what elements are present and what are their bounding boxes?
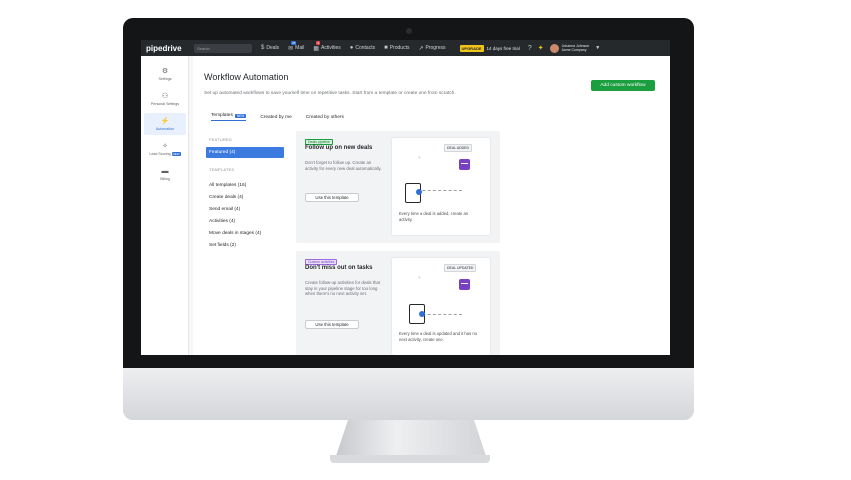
activities-badge: 3 [316, 40, 321, 45]
gear-icon: ⚙ [161, 68, 169, 75]
use-template-button[interactable]: Use this template [305, 193, 359, 202]
add-custom-workflow-button[interactable]: Add custom workflow [591, 80, 655, 91]
calendar-icon [459, 159, 470, 170]
category-all-templates[interactable]: All templates (16) [206, 180, 284, 191]
deal-dot-icon [416, 189, 422, 195]
nav-progress[interactable]: ↗ Progress [418, 45, 445, 52]
sparkle-icon: ✧ [162, 143, 168, 150]
products-icon: ■ [384, 45, 388, 51]
featured-header: FEATURED [209, 137, 232, 142]
user-company: Acme Company [561, 48, 587, 52]
preview-description: Every time a deal is added, create an ac… [399, 211, 469, 222]
calendar-icon [459, 279, 470, 290]
nav-mail[interactable]: ✉ 25 Mail [288, 40, 305, 52]
pipedrive-logo[interactable]: pipedrive [146, 44, 192, 53]
category-move-deals[interactable]: Move deals in stages (4) [206, 228, 284, 239]
tab-bar: Templates NEW Created by me Created by o… [211, 113, 358, 121]
preview-description: Every time a deal is updated and it has … [399, 331, 477, 342]
monitor-stand [336, 420, 486, 456]
sidebar-item-personal-settings[interactable]: ⚇ Personal Settings [144, 88, 186, 110]
activities-icon: ▦ [313, 45, 320, 52]
templates-header: TEMPLATES [209, 167, 235, 172]
sidebar-item-label: Lead Scoring [149, 152, 171, 156]
category-featured[interactable]: Featured (4) [206, 147, 284, 158]
trial-text: 14 days free trial [486, 45, 520, 51]
sparkle-icon: + [418, 155, 421, 161]
trigger-badge: DEAL ADDED [444, 144, 473, 152]
nav-mail-label: Mail [295, 45, 305, 51]
sidebar-item-label-wrap: Lead Scoring NEW [149, 152, 181, 156]
automation-icon: ⚡ [160, 118, 170, 125]
new-tag: NEW [171, 152, 181, 156]
tab-label: Created by others [305, 114, 344, 120]
deal-dot-icon [419, 311, 425, 317]
search-input[interactable]: Search [194, 43, 252, 53]
progress-icon: ↗ [418, 45, 424, 52]
user-info[interactable]: Johanna Johnson Acme Company [562, 44, 590, 52]
nav-contacts[interactable]: ● Contacts [350, 45, 375, 51]
upgrade-button[interactable]: UPGRADE [459, 44, 484, 52]
sidebar-item-automation[interactable]: ⚡ Automation [144, 113, 186, 135]
lightbulb-icon[interactable]: ✦ [538, 44, 544, 52]
app-screen: pipedrive Search $ Deals ✉ 25 Mail ▦ 3 A… [141, 40, 670, 355]
nav-activities-label: Activities [321, 45, 341, 51]
monitor-foot [330, 455, 490, 463]
nav-progress-label: Progress [425, 45, 446, 51]
card-description: Create follow-up activities for deals th… [305, 280, 380, 296]
tab-templates[interactable]: Templates NEW [211, 113, 247, 121]
tab-label: Templates [211, 113, 233, 118]
nav-activities[interactable]: ▦ 3 Activities [313, 40, 341, 52]
trigger-badge: DEAL UPDATED [444, 264, 477, 272]
settings-sidebar: ⚙ Settings ⚇ Personal Settings ⚡ Automat… [141, 56, 189, 355]
category-activities[interactable]: Activities (4) [206, 216, 284, 227]
sidebar-item-settings[interactable]: ⚙ Settings [144, 63, 186, 85]
deals-icon: $ [261, 45, 265, 51]
sparkle-icon: + [418, 275, 421, 281]
card-description: Don't forget to follow up. Create an act… [305, 160, 382, 171]
camera-icon [406, 28, 412, 34]
nav-deals-label: Deals [266, 45, 280, 51]
monitor-chin [123, 368, 694, 420]
person-settings-icon: ⚇ [161, 93, 169, 100]
template-card: Deals pipeline Follow up on new deals Do… [296, 131, 500, 243]
sidebar-item-lead-scoring[interactable]: ✧ Lead Scoring NEW [144, 138, 186, 160]
card-title: Don't miss out on tasks [305, 265, 373, 271]
nav-products-label: Products [389, 45, 410, 51]
page-title: Workflow Automation [204, 72, 289, 82]
sidebar-item-billing[interactable]: ▬ Billing [144, 163, 186, 185]
mail-badge: 25 [291, 40, 297, 45]
mail-icon: ✉ [288, 45, 294, 52]
use-template-button[interactable]: Use this template [305, 320, 359, 329]
main-content: Workflow Automation Set up automated wor… [193, 56, 670, 355]
nav-deals[interactable]: $ Deals [261, 45, 279, 51]
tab-label: Created by me [260, 114, 292, 120]
new-tag: NEW [234, 113, 247, 118]
nav-contacts-label: Contacts [355, 45, 376, 51]
avatar[interactable] [549, 43, 559, 53]
sidebar-item-label: Personal Settings [150, 102, 180, 106]
tab-created-by-others[interactable]: Created by others [306, 113, 344, 121]
category-create-deals[interactable]: Create deals (4) [206, 192, 284, 203]
nav-products[interactable]: ■ Products [384, 45, 409, 51]
category-send-email[interactable]: Send email (4) [206, 204, 284, 215]
template-preview: DEAL UPDATED + Every time a deal is upda… [392, 258, 490, 355]
tab-created-by-me[interactable]: Created by me [260, 113, 291, 121]
card-title: Follow up on new deals [305, 145, 373, 151]
sidebar-item-label: Settings [158, 77, 172, 81]
contacts-icon: ● [349, 45, 354, 51]
category-set-fields[interactable]: Set fields (2) [206, 240, 284, 251]
billing-icon: ▬ [161, 167, 169, 175]
page-subtitle: Set up automated workflows to save yours… [204, 91, 456, 96]
template-preview: DEAL ADDED + Every time a deal is added,… [392, 138, 490, 235]
help-icon[interactable]: ? [528, 45, 532, 52]
sidebar-item-label: Billing [160, 176, 170, 181]
chevron-down-icon[interactable]: ▼ [595, 45, 600, 51]
template-card: Custom activities Don't miss out on task… [296, 251, 500, 355]
sidebar-item-label: Automation [155, 127, 175, 131]
top-navigation-bar: pipedrive Search $ Deals ✉ 25 Mail ▦ 3 A… [141, 40, 670, 56]
